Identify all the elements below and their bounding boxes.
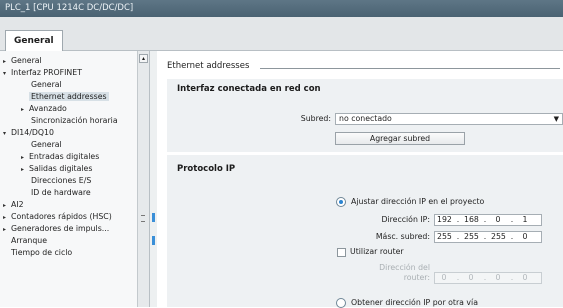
add-subnet-button[interactable]: Agregar subred (335, 132, 465, 145)
router-address-input[interactable]: 0 . 0 . 0 . 0 (434, 272, 542, 284)
tab-strip: General (0, 17, 563, 51)
router-address-label-2: router: (403, 273, 430, 282)
nav-item-ethernet-addresses[interactable]: Ethernet addresses (29, 91, 109, 103)
ip-address-input[interactable]: 192 . 168 . 0 . 1 (434, 214, 542, 226)
nav-item-avanzado[interactable]: ▸ Avanzado (21, 103, 67, 115)
nav-item-hsc[interactable]: ▸ Contadores rápidos (HSC) (3, 211, 112, 223)
nav-item-di-general[interactable]: General (31, 139, 62, 151)
expand-arrow-icon[interactable]: ▸ (21, 164, 29, 176)
tab-general[interactable]: General (5, 30, 63, 51)
nav-item-hardware-id[interactable]: ID de hardware (31, 187, 91, 199)
nav-item-di14-dq10[interactable]: ▾ DI14/DQ10 (3, 127, 54, 139)
expand-arrow-icon[interactable]: ▸ (21, 104, 29, 116)
ip-address-label: Dirección IP: (381, 215, 430, 224)
use-router-checkbox[interactable] (337, 248, 346, 257)
set-ip-label: Ajustar dirección IP en el proyecto (351, 197, 485, 206)
nav-item-time-sync[interactable]: Sincronización horaria (31, 115, 118, 127)
expand-arrow-icon[interactable]: ▸ (3, 224, 11, 236)
use-router-label: Utilizar router (350, 247, 404, 256)
subnet-select[interactable]: no conectado ▼ (335, 113, 563, 125)
nav-item-digital-inputs[interactable]: ▸ Entradas digitales (21, 151, 99, 163)
ip-protocol-panel: Protocolo IP Ajustar dirección IP en el … (167, 155, 563, 308)
network-heading: Interfaz conectada en red con (177, 84, 321, 94)
ip-protocol-heading: Protocolo IP (177, 164, 236, 174)
collapse-arrow-icon[interactable]: ▾ (3, 68, 11, 80)
dropdown-arrow-icon[interactable]: ▼ (554, 114, 559, 124)
nav-item-profinet[interactable]: ▾ Interfaz PROFINET (3, 67, 82, 79)
nav-item-ai2[interactable]: ▸ AI2 (3, 199, 24, 211)
section-divider (260, 68, 560, 69)
obtain-ip-label: Obtener dirección IP por otra vía (351, 298, 478, 307)
subnet-mask-label: Másc. subred: (375, 232, 430, 241)
subnet-mask-input[interactable]: 255 . 255 . 255 . 0 (434, 231, 542, 243)
nav-item-cycle-time[interactable]: Tiempo de ciclo (11, 247, 72, 259)
nav-item-io-addresses[interactable]: Direcciones E/S (31, 175, 91, 187)
set-ip-radio[interactable] (336, 197, 346, 207)
window-title: PLC_1 [CPU 1214C DC/DC/DC] (0, 0, 563, 17)
navigation-tree: ▸ General ▾ Interfaz PROFINET General Ethe… (0, 51, 150, 307)
splitter-marker (152, 236, 155, 245)
router-address-label: Dirección del (379, 263, 430, 272)
nav-item-general[interactable]: ▸ General (3, 55, 42, 67)
network-panel: Interfaz conectada en red con Subred: no… (167, 79, 563, 152)
nav-item-profinet-general[interactable]: General (31, 79, 62, 91)
nav-item-startup[interactable]: Arranque (11, 235, 47, 247)
splitter-marker (152, 213, 155, 222)
scroll-grip-icon[interactable] (141, 215, 145, 222)
collapse-arrow-icon[interactable]: ▾ (3, 128, 11, 140)
nav-item-pulse-generators[interactable]: ▸ Generadores de impuls... (3, 223, 109, 235)
nav-scrollbar[interactable]: ▴ (137, 51, 149, 307)
subnet-label: Subred: (300, 114, 331, 123)
properties-content: Ethernet addresses Interfaz conectada en… (157, 51, 563, 308)
scroll-up-icon[interactable]: ▴ (139, 54, 148, 63)
section-title: Ethernet addresses (167, 61, 250, 71)
panel-splitter[interactable] (150, 51, 157, 307)
nav-item-digital-outputs[interactable]: ▸ Salidas digitales (21, 163, 92, 175)
